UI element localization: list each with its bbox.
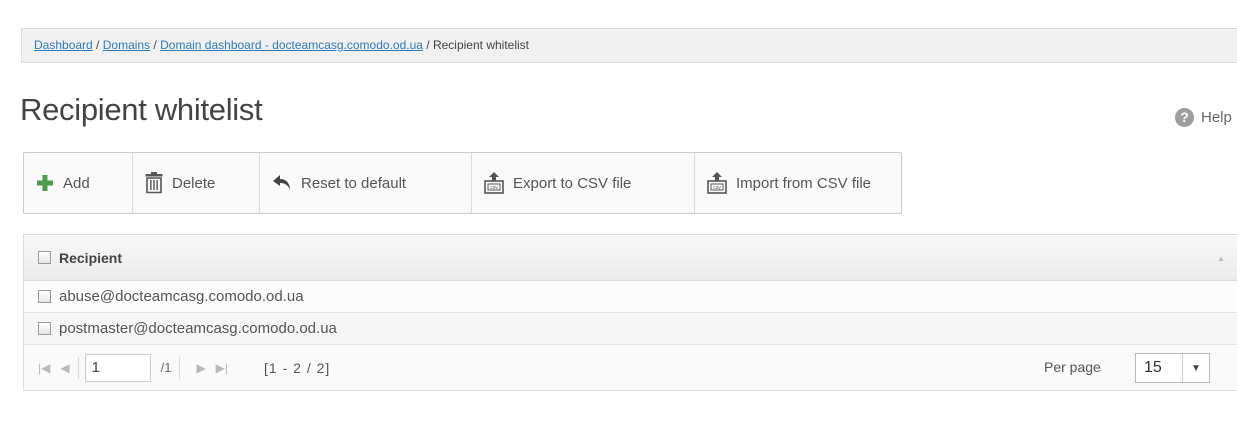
- export-csv-button[interactable]: csv Export to CSV file: [472, 153, 695, 213]
- recipient-grid: Recipient ▲ abuse@docteamcasg.comodo.od.…: [23, 234, 1237, 391]
- csv-export-icon: csv: [484, 172, 504, 194]
- delete-button[interactable]: Delete: [133, 153, 260, 213]
- previous-page-icon[interactable]: ◀: [60, 361, 69, 375]
- reset-label: Reset to default: [301, 174, 407, 192]
- record-range: [1 - 2 / 2]: [264, 359, 331, 376]
- pager-divider: [179, 356, 181, 379]
- import-csv-button[interactable]: csv Import from CSV file: [695, 153, 901, 213]
- delete-label: Delete: [172, 174, 216, 192]
- help-icon: ?: [1175, 108, 1194, 127]
- page-title: Recipient whitelist: [20, 92, 263, 127]
- toolbar: Add Delete Reset to default csv Export t…: [23, 152, 903, 214]
- page-number-input[interactable]: [84, 353, 151, 382]
- add-label: Add: [63, 174, 90, 192]
- per-page-label: Per page: [1044, 359, 1101, 375]
- recipient-email: postmaster@docteamcasg.comodo.od.ua: [59, 320, 337, 337]
- per-page-value: 15: [1144, 359, 1162, 376]
- chevron-down-icon[interactable]: ▼: [1182, 354, 1209, 382]
- breadcrumb-link-dashboard[interactable]: Dashboard: [34, 38, 93, 52]
- column-header-recipient[interactable]: Recipient: [59, 250, 122, 266]
- pagination-bar: |◀ ◀ /1 ▶ ▶| [1 - 2 / 2] Per page 15 ▼: [24, 345, 1237, 390]
- row-checkbox[interactable]: [38, 290, 51, 303]
- breadcrumb-link-domains[interactable]: Domains: [103, 38, 150, 52]
- trash-icon: [145, 172, 163, 194]
- add-button[interactable]: Add: [24, 153, 133, 213]
- row-checkbox[interactable]: [38, 322, 51, 335]
- breadcrumb: Dashboard / Domains / Domain dashboard -…: [21, 28, 1237, 63]
- first-page-icon[interactable]: |◀: [38, 361, 50, 375]
- pager-divider: [77, 356, 79, 379]
- table-row[interactable]: postmaster@docteamcasg.comodo.od.ua: [24, 313, 1237, 345]
- grid-header: Recipient ▲: [24, 235, 1237, 281]
- breadcrumb-separator: /: [150, 38, 161, 52]
- breadcrumb-separator: /: [422, 38, 433, 52]
- sort-caret-icon[interactable]: ▲: [1217, 254, 1225, 263]
- svg-text:csv: csv: [713, 185, 721, 191]
- total-pages: /1: [160, 360, 172, 375]
- undo-icon: [272, 174, 292, 192]
- import-label: Import from CSV file: [736, 174, 872, 192]
- plus-icon: [36, 174, 54, 192]
- help-label: Help: [1201, 109, 1232, 126]
- breadcrumb-separator: /: [92, 38, 103, 52]
- last-page-icon[interactable]: ▶|: [216, 361, 228, 375]
- select-all-checkbox[interactable]: [38, 251, 51, 264]
- next-page-icon[interactable]: ▶: [196, 361, 205, 375]
- breadcrumb-link-domain-dashboard[interactable]: Domain dashboard - docteamcasg.comodo.od…: [160, 38, 423, 52]
- table-row[interactable]: abuse@docteamcasg.comodo.od.ua: [24, 281, 1237, 313]
- csv-import-icon: csv: [707, 172, 727, 194]
- per-page-select[interactable]: 15 ▼: [1135, 353, 1210, 383]
- breadcrumb-current: Recipient whitelist: [432, 38, 529, 52]
- svg-text:csv: csv: [490, 185, 498, 191]
- help-link[interactable]: ? Help: [1175, 108, 1232, 127]
- recipient-email: abuse@docteamcasg.comodo.od.ua: [59, 288, 304, 305]
- reset-to-default-button[interactable]: Reset to default: [260, 153, 472, 213]
- export-label: Export to CSV file: [513, 174, 632, 192]
